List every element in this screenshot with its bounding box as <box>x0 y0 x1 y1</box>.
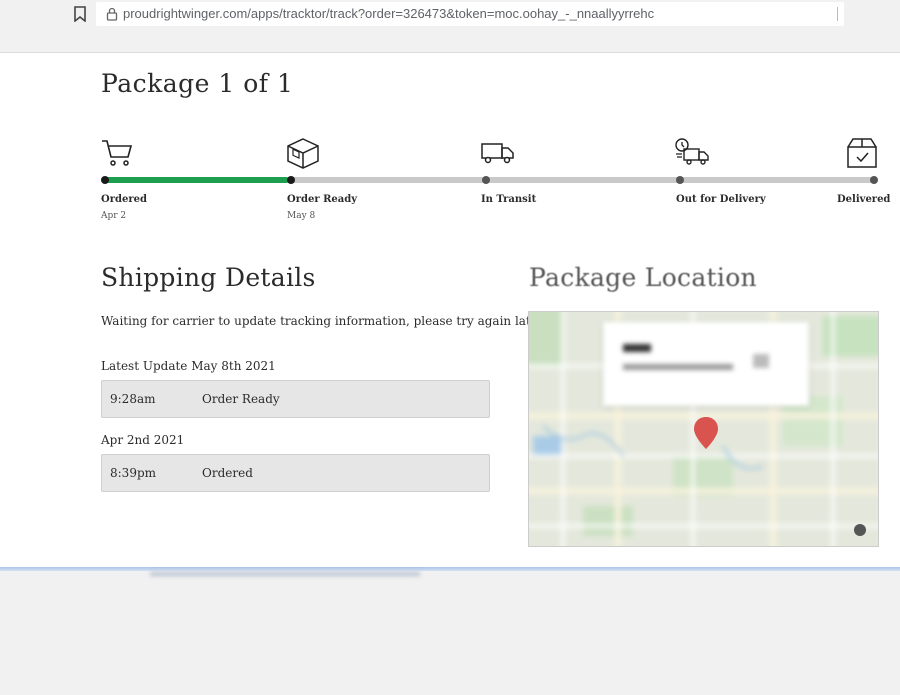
blurred-taskbar <box>150 572 420 576</box>
box-icon <box>287 138 319 169</box>
package-location-title: Package Location <box>529 263 757 292</box>
step-dot-out-for-delivery <box>676 176 684 184</box>
box-check-icon <box>847 138 877 168</box>
address-bar[interactable]: proudrightwinger.com/apps/tracktor/track… <box>96 2 844 26</box>
update-group-heading: Latest Update May 8th 2021 <box>101 359 276 373</box>
step-label-in-transit: In Transit <box>481 194 537 205</box>
event-time: 8:39pm <box>110 466 157 480</box>
step-dot-ordered <box>101 176 109 184</box>
package-location-map[interactable] <box>528 311 879 547</box>
update-group-heading: Apr 2nd 2021 <box>101 433 185 447</box>
step-dot-delivered <box>870 176 878 184</box>
cart-icon <box>102 140 133 166</box>
lock-icon <box>106 7 118 21</box>
progress-fill <box>104 177 289 183</box>
event-status: Ordered <box>202 466 253 480</box>
shipping-details-title: Shipping Details <box>101 263 316 292</box>
progress-tracker: Ordered Apr 2 Order Ready May 8 In Trans… <box>0 53 900 253</box>
step-label-out-for-delivery: Out for Delivery <box>676 194 766 205</box>
step-label-ordered: Ordered <box>101 194 147 205</box>
truck-icon <box>481 143 514 164</box>
step-label-order-ready: Order Ready <box>287 194 358 205</box>
event-time: 9:28am <box>110 392 156 406</box>
tracking-page: Package 1 of 1 Ordered Apr 2 Order Ready… <box>0 53 900 567</box>
step-date-ordered: Apr 2 <box>101 211 127 221</box>
status-message: Waiting for carrier to update tracking i… <box>101 314 547 328</box>
url-text[interactable]: proudrightwinger.com/apps/tracktor/track… <box>123 6 654 21</box>
bookmark-icon[interactable] <box>73 6 87 22</box>
tracking-event-row: 8:39pm Ordered <box>101 454 490 492</box>
browser-toolbar: proudrightwinger.com/apps/tracktor/track… <box>0 0 900 53</box>
map-info-icon[interactable] <box>854 524 866 536</box>
tracking-event-row: 9:28am Order Ready <box>101 380 490 418</box>
step-date-order-ready: May 8 <box>287 211 316 221</box>
map-info-card <box>603 322 809 406</box>
delivery-truck-clock-icon <box>675 138 709 165</box>
text-cursor <box>837 7 838 21</box>
event-status: Order Ready <box>202 392 280 406</box>
step-dot-order-ready <box>287 176 295 184</box>
window-bottom-edge <box>0 567 900 571</box>
step-label-delivered: Delivered <box>837 194 891 205</box>
map-pin-icon[interactable] <box>693 416 719 450</box>
step-dot-in-transit <box>482 176 490 184</box>
